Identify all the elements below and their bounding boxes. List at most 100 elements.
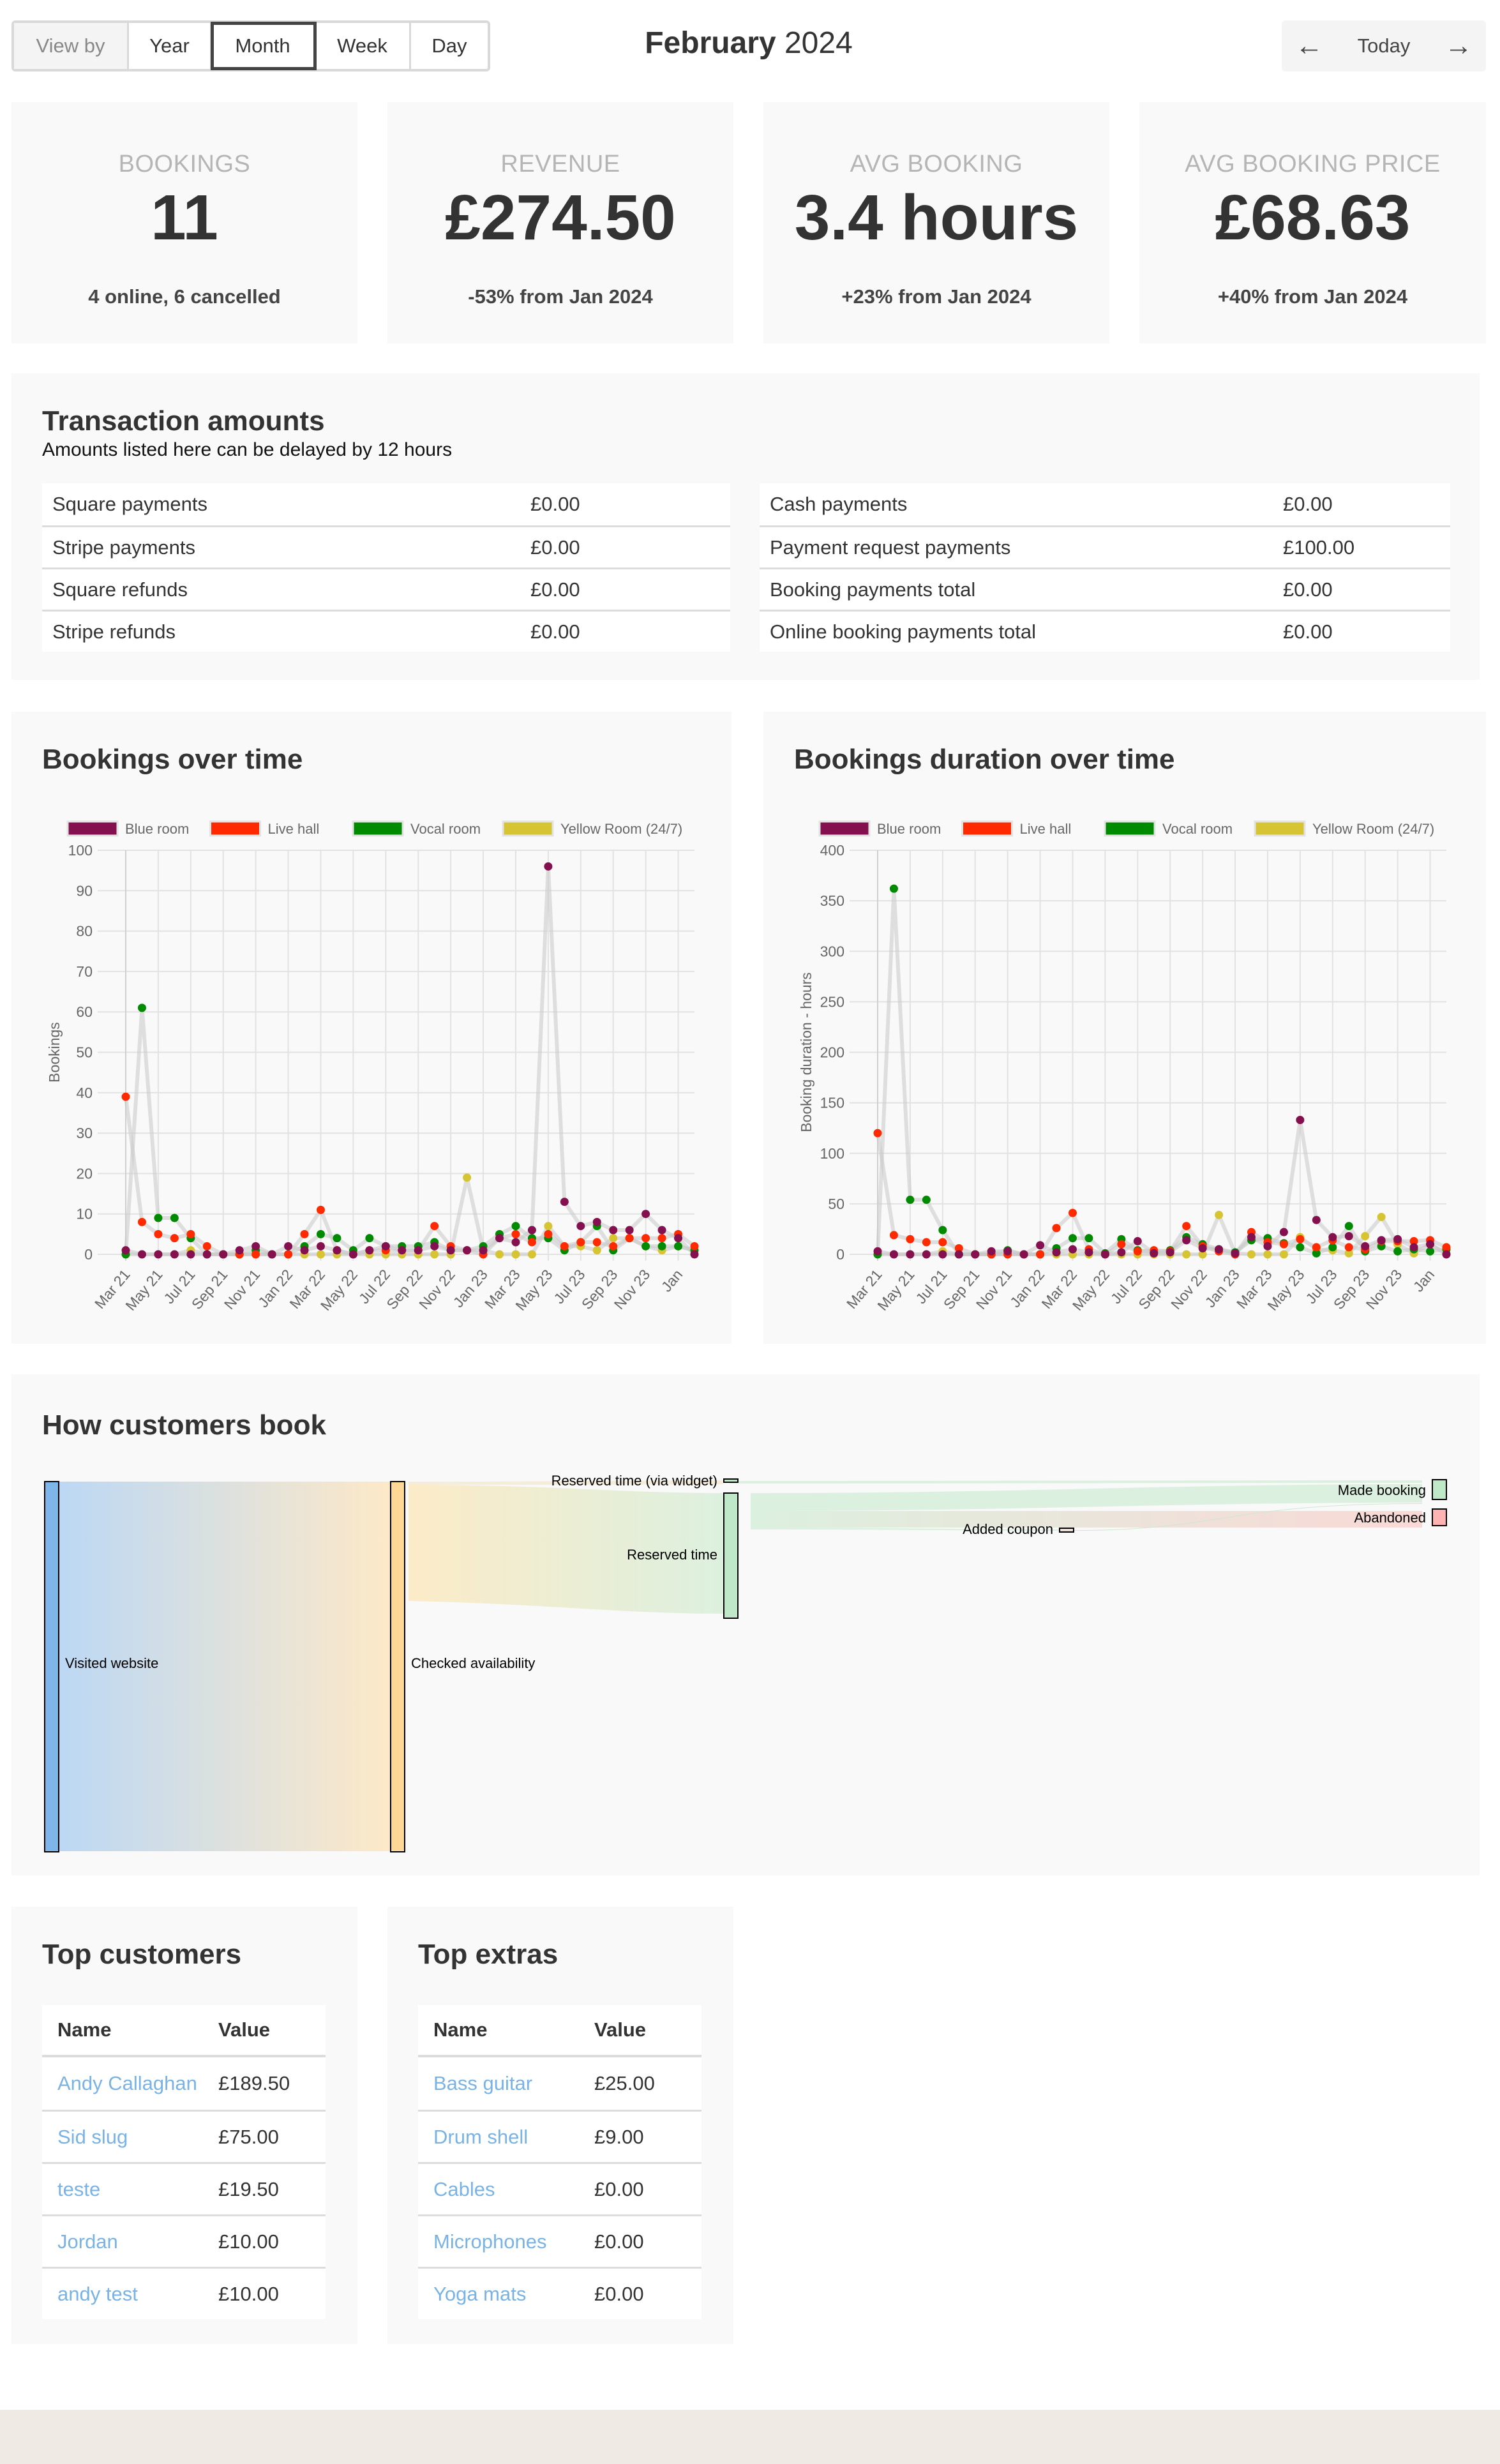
data-point — [1198, 1244, 1207, 1253]
transactions-note: Amounts listed here can be delayed by 12… — [42, 439, 453, 460]
data-point — [657, 1234, 666, 1243]
legend-swatch — [1104, 820, 1156, 837]
extra-link[interactable]: Drum shell — [433, 2126, 528, 2148]
y-tick-label: 300 — [820, 943, 844, 959]
data-point — [906, 1235, 915, 1243]
y-tick-label: 70 — [76, 963, 93, 980]
transaction-value: £100.00 — [1283, 536, 1355, 559]
customer-link[interactable]: andy test — [57, 2283, 138, 2305]
transaction-row: Booking payments total £0.00 — [760, 567, 1450, 610]
y-tick-label: 250 — [820, 993, 844, 1010]
data-point — [1117, 1248, 1126, 1257]
legend-label: Blue room — [125, 821, 189, 837]
table-row: Cables £0.00 — [418, 2162, 701, 2214]
table-row: Bass guitar £25.00 — [418, 2057, 701, 2110]
data-point — [316, 1250, 325, 1259]
customer-value: £10.00 — [218, 2282, 279, 2305]
data-point — [690, 1250, 699, 1259]
transaction-value: £0.00 — [1283, 493, 1333, 515]
x-tick-label: Nov 22 — [416, 1266, 458, 1313]
period-title: February 2024 — [11, 26, 1486, 61]
stat-subtext: -53% from Jan 2024 — [468, 285, 653, 308]
y-tick-label: 50 — [76, 1044, 93, 1061]
customer-link[interactable]: Jordan — [57, 2230, 118, 2253]
sankey-node-visited-website — [44, 1481, 59, 1852]
data-point — [1426, 1247, 1435, 1256]
x-tick-label: Nov 21 — [221, 1266, 264, 1313]
data-point — [316, 1229, 325, 1238]
y-tick-label: 150 — [820, 1095, 844, 1111]
extra-link[interactable]: Bass guitar — [433, 2072, 532, 2094]
data-point — [1247, 1250, 1256, 1259]
data-point — [463, 1246, 472, 1255]
stat-label: AVG BOOKING PRICE — [1185, 151, 1441, 177]
y-tick-label: 80 — [76, 923, 93, 940]
data-point — [544, 1229, 553, 1238]
header-name: Name — [57, 2018, 112, 2041]
table-row: andy test £10.00 — [42, 2267, 326, 2319]
sankey-label: Checked availability — [411, 1655, 535, 1671]
y-tick-label: 30 — [76, 1125, 93, 1141]
transactions-title: Transaction amounts — [42, 405, 325, 437]
data-point — [1182, 1222, 1191, 1231]
transaction-label: Stripe payments — [52, 536, 195, 559]
bookings-over-time-panel: Bookings over time Blue room Live hall Voc… — [11, 712, 731, 1344]
data-point — [1344, 1243, 1353, 1252]
sankey-label: Visited website — [65, 1655, 158, 1671]
extra-link[interactable]: Cables — [433, 2178, 495, 2200]
extra-link[interactable]: Yoga mats — [433, 2283, 526, 2305]
y-tick-label: 60 — [76, 1003, 93, 1020]
data-point — [170, 1213, 179, 1222]
page-footer — [0, 2410, 1500, 2464]
customer-link[interactable]: teste — [57, 2178, 100, 2200]
sankey-label: Reserved time (via widget) — [551, 1473, 717, 1489]
data-point — [674, 1234, 683, 1243]
bookings-duration-panel: Bookings duration over time Blue room Liv… — [763, 712, 1486, 1344]
stat-card-bookings: BOOKINGS 11 4 online, 6 cancelled — [11, 102, 357, 343]
data-point — [137, 1003, 146, 1012]
arrow-left-icon[interactable]: ← — [1293, 30, 1325, 62]
data-point — [267, 1250, 276, 1259]
data-point — [544, 862, 553, 871]
y-tick-label: 0 — [836, 1246, 844, 1263]
today-button[interactable]: Today — [1358, 34, 1411, 57]
extra-link[interactable]: Microphones — [433, 2230, 546, 2253]
customer-link[interactable]: Sid slug — [57, 2126, 128, 2148]
stat-label: AVG BOOKING — [850, 151, 1023, 177]
data-point — [300, 1229, 309, 1238]
data-point — [1361, 1232, 1370, 1241]
data-point — [625, 1234, 634, 1243]
transaction-row: Online booking payments total £0.00 — [760, 610, 1450, 652]
transaction-value: £0.00 — [1283, 578, 1333, 601]
legend-label: Vocal room — [1162, 821, 1233, 837]
data-point — [154, 1213, 163, 1222]
transaction-label: Cash payments — [770, 493, 908, 515]
top-customers-title: Top customers — [42, 1939, 242, 1970]
data-point — [527, 1226, 536, 1235]
data-point — [1344, 1232, 1353, 1241]
data-point — [906, 1250, 915, 1259]
legend-label: Blue room — [877, 821, 941, 837]
transaction-row: Square payments £0.00 — [42, 483, 730, 525]
y-tick-label: 20 — [76, 1165, 93, 1182]
data-point — [1084, 1248, 1093, 1257]
data-point — [121, 1246, 130, 1255]
transaction-value: £0.00 — [530, 493, 580, 515]
table-row: teste £19.50 — [42, 2162, 326, 2214]
data-point — [987, 1247, 996, 1256]
data-point — [316, 1205, 325, 1214]
transaction-value: £0.00 — [530, 578, 580, 601]
data-point — [154, 1229, 163, 1238]
sankey-node-reserved-time-widget — [723, 1478, 739, 1483]
data-point — [235, 1246, 244, 1255]
arrow-right-icon[interactable]: → — [1443, 30, 1474, 62]
bookings-duration-chart: Blue room Live hall Vocal room Yellow Room … — [798, 820, 1451, 1314]
data-point — [1231, 1249, 1240, 1258]
data-point — [1247, 1233, 1256, 1242]
table-row: Jordan £10.00 — [42, 2214, 326, 2267]
series-line — [125, 864, 696, 1256]
transaction-label: Online booking payments total — [770, 620, 1037, 643]
data-point — [1409, 1243, 1418, 1252]
customer-link[interactable]: Andy Callaghan — [57, 2072, 197, 2094]
data-point — [1279, 1228, 1288, 1236]
